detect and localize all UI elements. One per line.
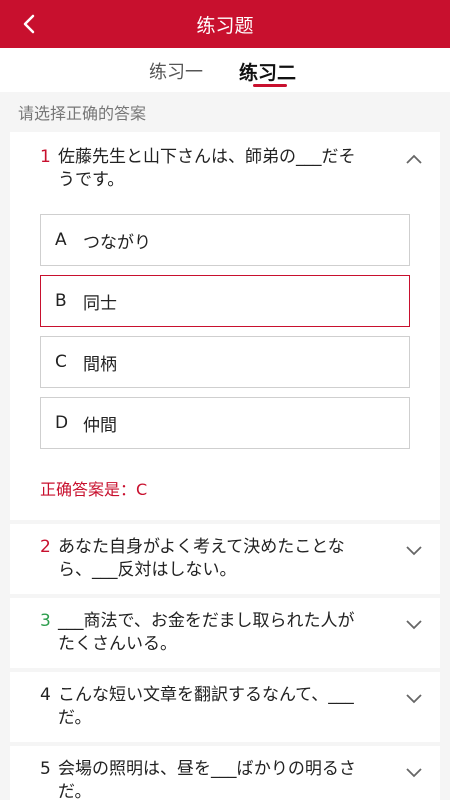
option-d[interactable]: D 仲間	[40, 397, 410, 449]
question-header-2: 2 あなた自身がよく考えて決めたことな ら、___反対はしない。	[40, 536, 380, 582]
question-text-line2: だ。	[58, 708, 92, 728]
question-text-line1: ___商法で、お金をだまし取られた人が	[58, 611, 355, 631]
question-text-line2: ら、___反対はしない。	[58, 560, 237, 580]
tab-exercise-2[interactable]: 练习二	[239, 58, 296, 85]
tab-bar: 练习一 练习二	[0, 48, 450, 92]
option-c[interactable]: C 間柄	[40, 336, 410, 388]
question-header-3: 3 ___商法で、お金をだまし取られた人が たくさんいる。	[40, 610, 380, 656]
instruction-text: 请选择正确的答案	[18, 104, 147, 123]
question-card-4[interactable]: 4 こんな短い文章を翻訳するなんて、___ だ。	[10, 672, 440, 742]
back-button[interactable]	[14, 8, 46, 40]
chevron-down-icon[interactable]	[404, 540, 424, 560]
question-text-line1: あなた自身がよく考えて決めたことな	[58, 537, 345, 557]
option-a[interactable]: A つながり	[40, 214, 410, 266]
option-text: つながり	[83, 232, 151, 253]
question-card-3[interactable]: 3 ___商法で、お金をだまし取られた人が たくさんいる。	[10, 598, 440, 668]
option-letter: D	[55, 413, 69, 433]
question-text-line2: うです。	[58, 170, 125, 190]
chevron-up-icon[interactable]	[404, 150, 424, 170]
question-number: 3	[40, 611, 51, 631]
option-text: 間柄	[83, 354, 117, 375]
question-number: 5	[40, 759, 51, 779]
question-card-1: 1 佐藤先生と山下さんは、師弟の___だそ うです。 A つながり B 同士 C …	[10, 132, 440, 520]
tab-exercise-1[interactable]: 练习一	[149, 58, 203, 84]
question-header-1[interactable]: 1 佐藤先生と山下さんは、師弟の___だそ うです。	[40, 146, 380, 192]
option-text: 同士	[83, 293, 117, 314]
question-header-5: 5 会場の照明は、昼を___ばかりの明るさ だ。	[40, 758, 380, 800]
question-number: 2	[40, 537, 51, 557]
option-letter: C	[55, 352, 67, 372]
question-text-line1: 佐藤先生と山下さんは、師弟の___だそ	[58, 147, 356, 167]
option-letter: A	[55, 230, 67, 250]
chevron-down-icon[interactable]	[404, 688, 424, 708]
question-text-line1: こんな短い文章を翻訳するなんて、___	[58, 685, 354, 705]
app-header: 练习题	[0, 0, 450, 48]
question-number: 1	[40, 147, 51, 167]
option-text: 仲間	[83, 415, 117, 436]
question-number: 4	[40, 685, 51, 705]
question-text-line2: たくさんいる。	[58, 634, 177, 654]
option-letter: B	[55, 291, 67, 311]
chevron-down-icon[interactable]	[404, 762, 424, 782]
question-header-4: 4 こんな短い文章を翻訳するなんて、___ だ。	[40, 684, 380, 730]
question-text-line1: 会場の照明は、昼を___ばかりの明るさ	[58, 759, 356, 779]
option-b[interactable]: B 同士	[40, 275, 410, 327]
correct-answer-text: 正确答案是：C	[40, 480, 148, 499]
page-title: 练习题	[196, 14, 254, 37]
question-text-line2: だ。	[58, 782, 92, 800]
chevron-down-icon[interactable]	[404, 614, 424, 634]
question-card-5[interactable]: 5 会場の照明は、昼を___ばかりの明るさ だ。	[10, 746, 440, 800]
active-tab-indicator	[253, 84, 287, 87]
chevron-left-icon	[23, 14, 35, 34]
question-card-2[interactable]: 2 あなた自身がよく考えて決めたことな ら、___反対はしない。	[10, 524, 440, 594]
